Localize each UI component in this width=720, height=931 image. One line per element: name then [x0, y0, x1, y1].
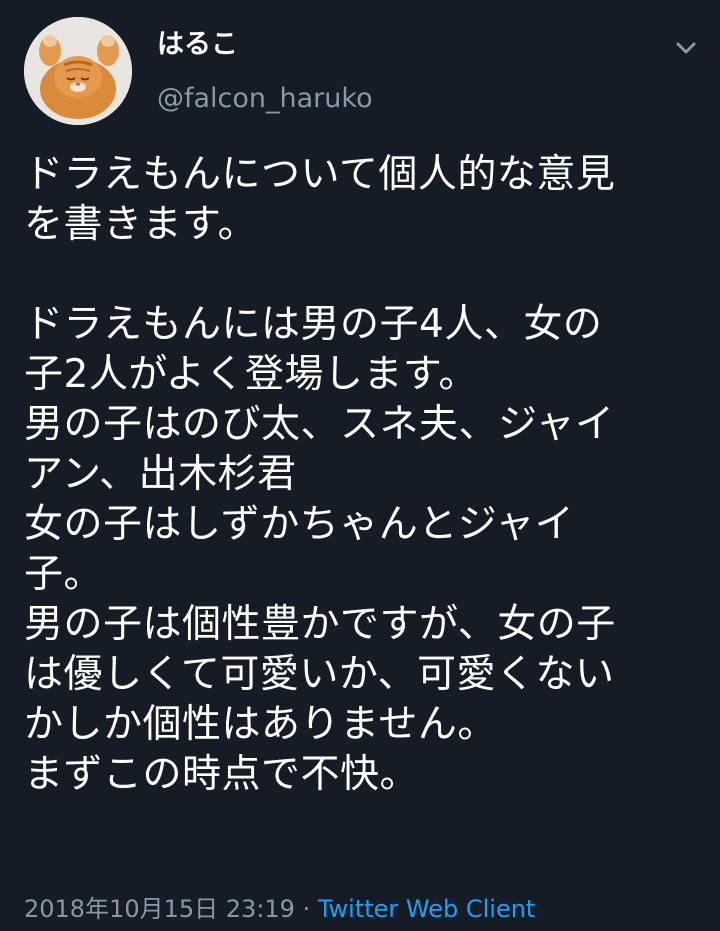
tweet-line: は優しくて可愛いか、可愛くない	[24, 652, 615, 697]
tweet-line: ドラえもんには男の子4人、女の	[24, 302, 603, 347]
user-handle[interactable]: @falcon_haruko	[157, 82, 373, 116]
tweet-line: アン、出木杉君	[24, 452, 297, 497]
source-link[interactable]: Twitter Web Client	[318, 895, 536, 923]
meta-separator: ·	[294, 895, 318, 923]
display-name[interactable]: はるこ	[157, 28, 238, 62]
avatar[interactable]	[24, 17, 132, 125]
tweet-line: 男の子は個性豊かですが、女の子	[24, 602, 616, 647]
tweet-text: ドラえもんについて個人的な意見 を書きます。ドラえもんには男の子4人、女の 子2人が…	[24, 150, 704, 800]
chevron-down-icon[interactable]	[668, 30, 704, 66]
tweet-line	[24, 250, 704, 300]
tweet-line: ドラえもんについて個人的な意見	[24, 152, 616, 197]
tweet-meta: 2018年10月15日 23:19 · Twitter Web Client	[24, 893, 535, 925]
tweet-line: かしか個性はありません。	[24, 702, 497, 747]
tweet-line: 女の子はしずかちゃんとジャイ	[24, 502, 575, 547]
cat-avatar-icon	[24, 17, 132, 125]
tweet-line: 子。	[24, 552, 104, 597]
tweet-line: を書きます。	[24, 202, 258, 247]
tweet-line: まずこの時点で不快。	[24, 752, 420, 797]
timestamp[interactable]: 2018年10月15日 23:19	[24, 895, 295, 923]
tweet-line: 男の子はのび太、スネ夫、ジャイ	[24, 402, 615, 447]
tweet-line: 子2人がよく登場します。	[24, 352, 478, 397]
